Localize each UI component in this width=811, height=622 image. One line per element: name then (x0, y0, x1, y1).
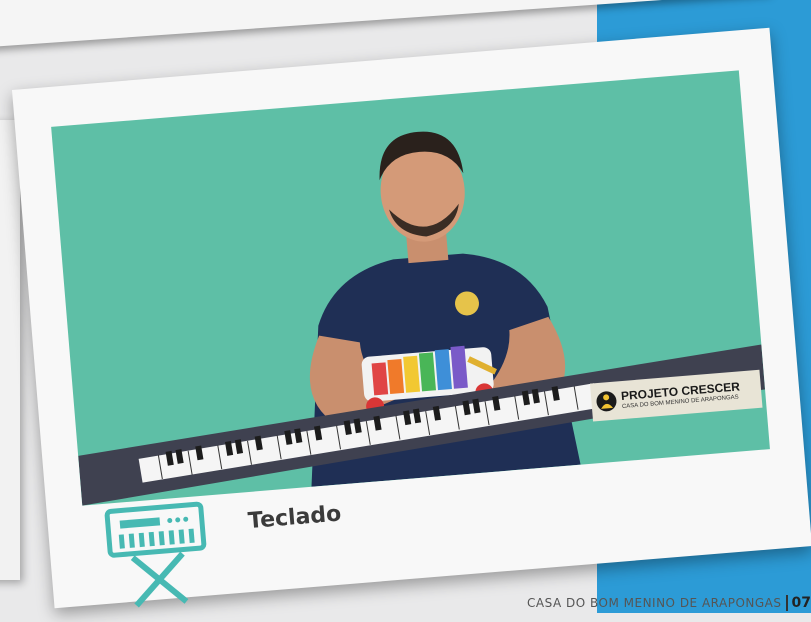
footer-text: CASA DO BOM MENINO DE ARAPONGAS (527, 596, 782, 610)
keyboard-stand-icon (98, 495, 217, 618)
projeto-crescer-emblem-icon (596, 391, 617, 412)
photo-teacher-keyboard: PROJETO CRESCER CASA DO BOM MENINO DE AR… (51, 70, 770, 506)
footer-divider (785, 595, 788, 611)
caption-title: Teclado (247, 501, 343, 535)
photo-illustration (78, 131, 766, 506)
page-footer: CASA DO BOM MENINO DE ARAPONGAS 07 (527, 593, 811, 613)
polaroid-card: PROJETO CRESCER CASA DO BOM MENINO DE AR… (11, 27, 811, 609)
background-paper-left (0, 120, 20, 580)
page-number: 07 (791, 595, 811, 611)
